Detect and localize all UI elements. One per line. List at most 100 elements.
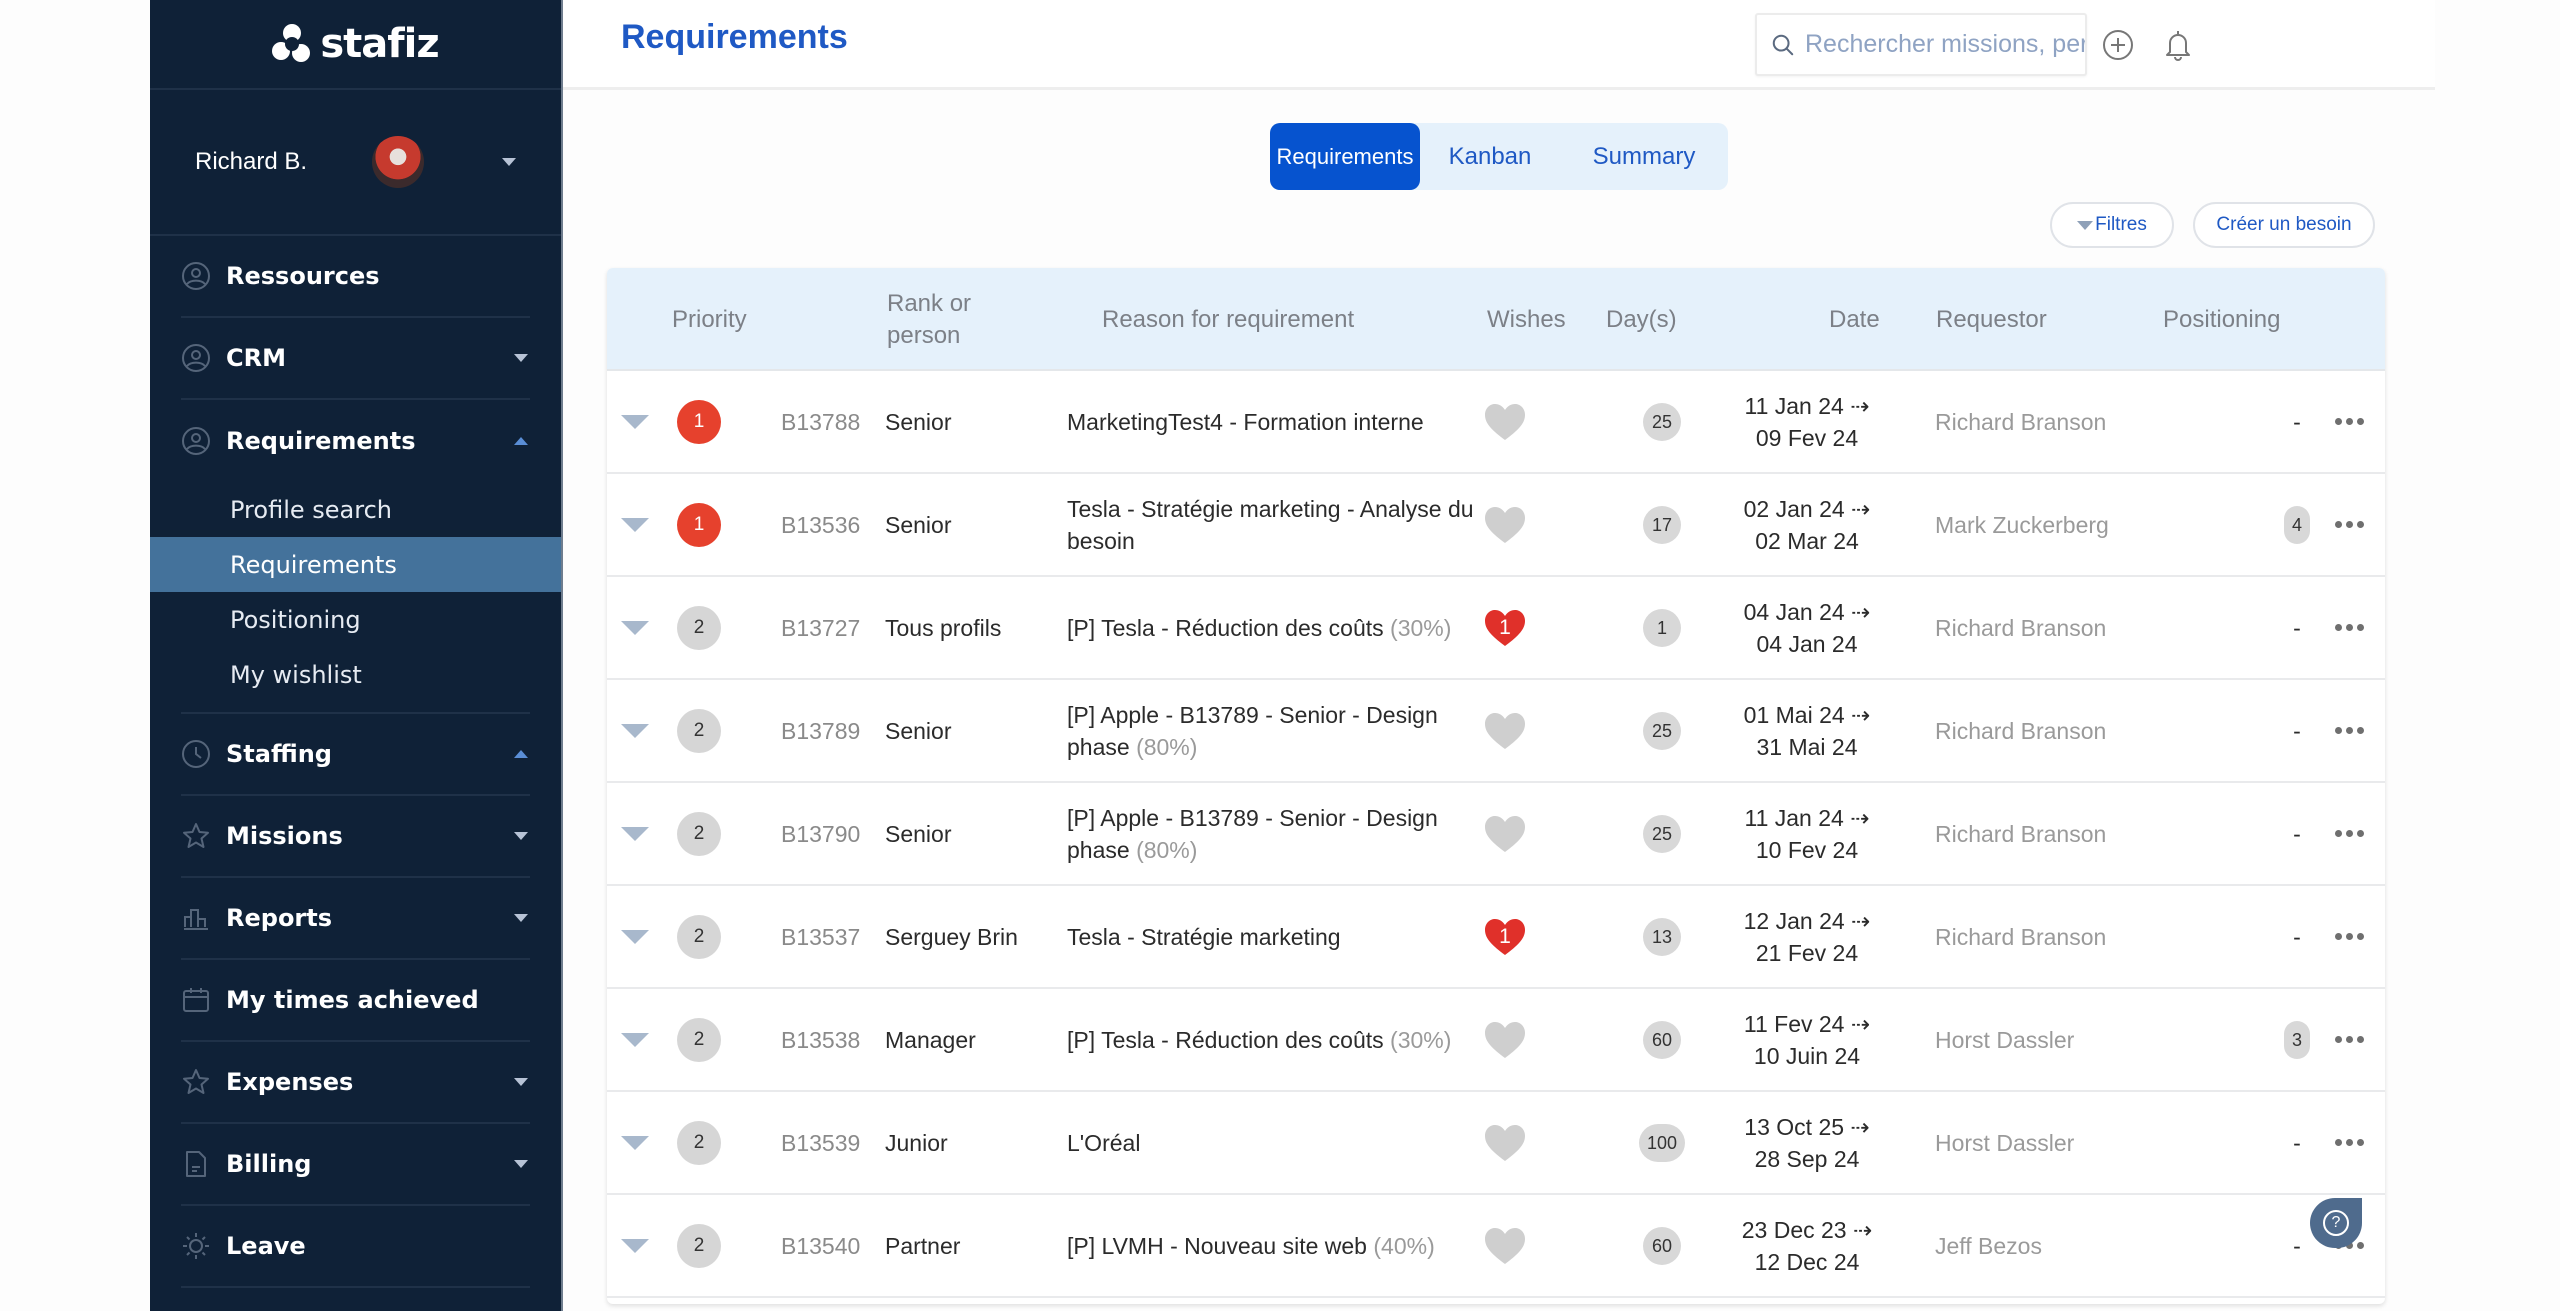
wish-heart-icon[interactable] [1483,814,1527,854]
sidebar-item-billing[interactable]: Billing [181,1124,530,1206]
filters-button[interactable]: Filtres [2050,202,2174,248]
row-more-button[interactable] [2335,886,2364,987]
requirement-ref[interactable]: B13536 [781,474,860,575]
requirement-ref[interactable]: B13538 [781,989,860,1090]
sidebar-item-staffing[interactable]: Staffing [181,714,530,796]
table-row[interactable]: 2 B13790 Senior [P] Apple - B13789 - Senior… [607,783,2385,886]
col-requestor[interactable]: Requestor [1936,268,2047,371]
table-row[interactable]: 2 B13539 Junior L'Oréal 100 13 Oct 25 ⇢ 28 Se… [607,1092,2385,1195]
col-rank[interactable]: Rank or person [887,268,997,371]
wish-heart-icon[interactable] [1483,1020,1527,1060]
expand-row-button[interactable] [621,886,649,987]
sidebar-item-my-times-achieved[interactable]: My times achieved [181,960,530,1042]
tab-kanban[interactable]: Kanban [1420,123,1560,190]
table-row[interactable]: 2 B13540 Partner [P] LVMH - Nouveau site we… [607,1195,2385,1298]
row-more-button[interactable] [2335,1092,2364,1193]
wish-heart-icon[interactable] [1483,1123,1527,1163]
table-row[interactable]: 2 B13538 Manager [P] Tesla - Réduction des … [607,989,2385,1092]
tab-requirements[interactable]: Requirements [1270,123,1420,190]
table-row[interactable]: 2 B13537 Serguey Brin Tesla - Stratégie mar… [607,886,2385,989]
chevron-down-icon[interactable] [514,1078,528,1086]
user-menu[interactable]: Richard B. [150,90,561,236]
table-row[interactable]: 2 B13727 Tous profils [P] Tesla - Réduction… [607,577,2385,680]
submenu-item-requirements[interactable]: Requirements [150,537,561,592]
wish-heart-icon[interactable] [1483,1226,1527,1266]
table-row[interactable]: 1 B13788 Senior MarketingTest4 - Formation … [607,371,2385,474]
wish-heart-icon[interactable]: 1 [1483,608,1527,648]
create-requirement-button[interactable]: Créer un besoin [2193,202,2375,248]
brand-logo[interactable]: stafiz [150,0,561,90]
requirement-ref[interactable]: B13789 [781,680,860,781]
expand-row-button[interactable] [621,1195,649,1296]
reason-cell[interactable]: L'Oréal [1067,1092,1482,1193]
requirement-ref[interactable]: B13539 [781,1092,860,1193]
reason-cell[interactable]: [P] LVMH - Nouveau site web (40%) [1067,1195,1482,1296]
reason-cell[interactable]: [P] Tesla - Réduction des coûts (30%) [1067,577,1482,678]
reason-cell[interactable]: [P] Apple - B13789 - Senior - Design pha… [1067,680,1482,781]
reason-cell[interactable]: MarketingTest4 - Formation interne [1067,371,1482,472]
expand-row-button[interactable] [621,371,649,472]
sidebar-item-label: Staffing [226,740,332,768]
requirement-ref[interactable]: B13788 [781,371,860,472]
tab-summary[interactable]: Summary [1560,123,1728,190]
expand-row-button[interactable] [621,1092,649,1193]
expand-row-button[interactable] [621,989,649,1090]
sidebar-item-requirements[interactable]: Requirements [181,400,530,482]
table-row[interactable]: 1 B13536 Senior Tesla - Stratégie marketing… [607,474,2385,577]
sidebar-item-ressources[interactable]: Ressources [181,236,530,318]
requirement-ref[interactable]: B13790 [781,783,860,884]
col-reason[interactable]: Reason for requirement [1102,268,1354,371]
sidebar-item-reports[interactable]: Reports [181,878,530,960]
chevron-up-icon[interactable] [514,750,528,758]
sidebar-item-crm[interactable]: CRM [181,318,530,400]
submenu-item-my-wishlist[interactable]: My wishlist [150,647,561,702]
chevron-down-icon[interactable] [514,354,528,362]
reason-cell[interactable]: [P] Apple - B13789 - Senior - Design pha… [1067,783,1482,884]
reason-cell[interactable]: Tesla - Stratégie marketing [1067,886,1482,987]
col-positioning[interactable]: Positioning [2163,268,2280,371]
search-input[interactable] [1805,30,2085,59]
chevron-down-icon[interactable] [514,914,528,922]
wish-heart-icon[interactable] [1483,505,1527,545]
chevron-down-icon[interactable] [514,832,528,840]
wish-heart-icon[interactable]: 1 [1483,917,1527,957]
row-more-button[interactable] [2335,371,2364,472]
add-circle-icon[interactable] [2101,28,2135,62]
table-row[interactable]: 2 B13789 Senior [P] Apple - B13789 - Senior… [607,680,2385,783]
global-search[interactable] [1755,13,2087,76]
sidebar-item-leave[interactable]: Leave [181,1206,530,1288]
sidebar-item-missions[interactable]: Missions [181,796,530,878]
submenu-item-positioning[interactable]: Positioning [150,592,561,647]
positioning-count-badge[interactable]: 3 [2284,1020,2310,1059]
row-more-button[interactable] [2335,577,2364,678]
chevron-up-icon[interactable] [514,437,528,445]
requirement-ref[interactable]: B13727 [781,577,860,678]
app-root: stafiz Richard B. Ressources CRM Requireme… [0,0,2560,1311]
wish-heart-icon[interactable] [1483,711,1527,751]
sidebar-item-expenses[interactable]: Expenses [181,1042,530,1124]
avatar[interactable] [372,136,424,188]
reason-cell[interactable]: [P] Tesla - Réduction des coûts (30%) [1067,989,1482,1090]
col-days[interactable]: Day(s) [1606,268,1677,371]
submenu-item-profile-search[interactable]: Profile search [150,482,561,537]
expand-row-button[interactable] [621,783,649,884]
help-button[interactable]: ? [2310,1198,2362,1248]
row-more-button[interactable] [2335,680,2364,781]
expand-row-button[interactable] [621,680,649,781]
expand-row-button[interactable] [621,474,649,575]
expand-row-button[interactable] [621,577,649,678]
chevron-down-icon[interactable] [514,1160,528,1168]
col-wishes[interactable]: Wishes [1487,268,1566,371]
row-more-button[interactable] [2335,474,2364,575]
requirement-ref[interactable]: B13540 [781,1195,860,1296]
col-priority[interactable]: Priority [672,268,747,371]
positioning-count-badge[interactable]: 4 [2284,505,2310,544]
row-more-button[interactable] [2335,783,2364,884]
wish-heart-icon[interactable] [1483,402,1527,442]
chevron-down-icon[interactable] [502,158,516,166]
col-date[interactable]: Date [1829,268,1880,371]
requirement-ref[interactable]: B13537 [781,886,860,987]
bell-icon[interactable] [2161,28,2195,62]
row-more-button[interactable] [2335,989,2364,1090]
reason-cell[interactable]: Tesla - Stratégie marketing - Analyse du… [1067,474,1482,575]
